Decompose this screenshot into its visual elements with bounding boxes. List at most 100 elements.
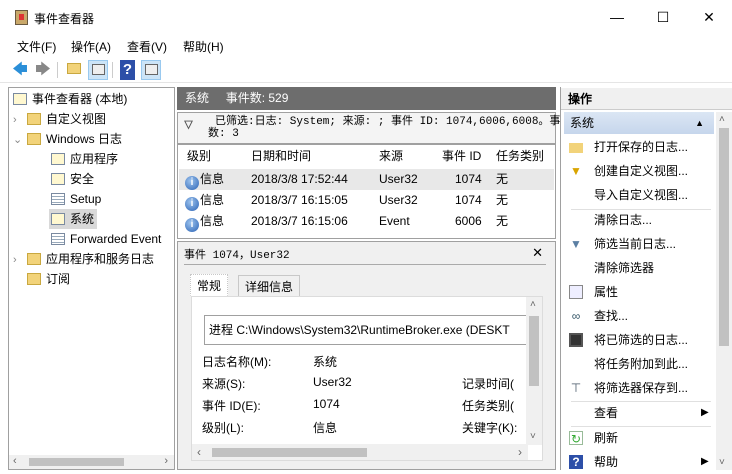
source: User32 xyxy=(379,193,418,207)
action-clear-log[interactable]: 清除日志... xyxy=(565,208,715,232)
action-attach-task[interactable]: 将任务附加到此... xyxy=(565,352,715,376)
tree-item-custom-views[interactable]: › 自定义视图 xyxy=(13,109,106,129)
action-properties[interactable]: 属性 xyxy=(565,280,715,304)
action-view[interactable]: 查看 ▶ xyxy=(565,401,715,425)
actions-section-system[interactable]: 系统 ▲ xyxy=(564,112,714,134)
chevron-down-icon[interactable]: ⌄ xyxy=(13,130,27,150)
table-row[interactable]: i 信息 2018/3/8 17:52:44 User32 1074 无 xyxy=(179,169,554,190)
source: User32 xyxy=(379,172,418,186)
column-header-task-category[interactable]: 任务类别 xyxy=(496,146,544,167)
field-value: 1074 xyxy=(313,397,340,411)
filter-count: 数: 3 xyxy=(208,128,239,140)
column-header-event-id[interactable]: 事件 ID xyxy=(442,146,481,167)
log-icon xyxy=(51,153,65,165)
detail-close-button[interactable]: ✕ xyxy=(532,245,543,261)
properties-icon xyxy=(569,285,583,299)
chevron-right-icon[interactable]: › xyxy=(13,110,27,130)
table-row[interactable]: i 信息 2018/3/7 16:15:06 Event 6006 无 xyxy=(179,211,554,232)
action-import-custom-view[interactable]: 导入自定义视图... xyxy=(565,183,715,207)
action-create-custom-view[interactable]: ▼ 创建自定义视图... xyxy=(565,159,715,183)
menu-help[interactable]: 帮助(H) xyxy=(183,38,224,55)
info-icon: i xyxy=(185,176,199,190)
tree-item-forwarded-events[interactable]: Forwarded Event xyxy=(51,229,161,249)
tree-item-application[interactable]: 应用程序 xyxy=(51,149,118,169)
datetime: 2018/3/7 16:15:05 xyxy=(251,193,348,207)
open-folder-icon xyxy=(569,143,583,153)
event-description[interactable]: 进程 C:\Windows\System32\RuntimeBroker.exe… xyxy=(204,315,528,345)
tree-label: Windows 日志 xyxy=(46,132,123,146)
action-find[interactable]: ∞ 查找... xyxy=(565,304,715,328)
field-value: User32 xyxy=(313,375,352,389)
action-clear-filter[interactable]: 清除筛选器 xyxy=(565,256,715,280)
show-hide-action-pane-icon[interactable] xyxy=(141,60,161,80)
horizontal-scrollbar[interactable]: ‹ › xyxy=(192,444,528,460)
tree-item-app-service-logs[interactable]: › 应用程序和服务日志 xyxy=(13,249,154,269)
column-header-datetime[interactable]: 日期和时间 xyxy=(251,146,311,167)
action-label: 打开保存的日志... xyxy=(594,140,689,154)
show-hide-tree-icon[interactable] xyxy=(88,60,108,80)
action-filter-current-log[interactable]: ▼ 筛选当前日志... xyxy=(565,232,715,256)
chevron-right-icon[interactable]: › xyxy=(13,250,27,270)
save-icon xyxy=(569,333,583,347)
back-icon[interactable]: 🡄 xyxy=(10,60,30,80)
horizontal-scrollbar[interactable]: ‹ › xyxy=(9,455,174,469)
tab-details[interactable]: 详细信息 xyxy=(238,275,301,297)
tree-label: 订阅 xyxy=(46,272,71,286)
open-folder-icon[interactable] xyxy=(64,60,84,80)
tree-item-setup[interactable]: Setup xyxy=(51,189,101,209)
action-label: 将任务附加到此... xyxy=(594,357,689,371)
datetime: 2018/3/7 16:15:06 xyxy=(251,214,348,228)
menu-view[interactable]: 查看(V) xyxy=(127,38,167,55)
action-label: 清除筛选器 xyxy=(594,261,655,275)
task-category: 无 xyxy=(496,214,509,228)
tree-item-security[interactable]: 安全 xyxy=(51,169,94,189)
vertical-scrollbar[interactable]: ˄ ˅ xyxy=(526,297,542,445)
filter-text: 已筛选:日志: System; 来源: ; 事件 ID: 1074,6006,6… xyxy=(215,116,561,128)
action-save-filtered-log[interactable]: 将已筛选的日志... xyxy=(565,328,715,352)
field-label: 级别(L): xyxy=(202,421,245,435)
menu-file[interactable]: 文件(F) xyxy=(17,38,56,55)
action-label: 属性 xyxy=(594,285,619,299)
help-icon[interactable]: ? xyxy=(120,60,135,80)
tree-item-subscriptions[interactable]: 订阅 xyxy=(27,269,70,289)
collapse-icon[interactable]: ▲ xyxy=(695,112,704,134)
event-id: 6006 xyxy=(455,214,482,228)
log-icon xyxy=(51,173,65,185)
log-header: 系统 事件数: 529 xyxy=(177,87,556,110)
action-help[interactable]: ? 帮助 ▶ xyxy=(565,450,715,474)
window-title: 事件查看器 xyxy=(34,12,95,26)
tree-item-windows-logs[interactable]: ⌄ Windows 日志 xyxy=(13,129,122,149)
folder-icon xyxy=(27,273,41,285)
maximize-button[interactable]: ☐ xyxy=(640,0,686,35)
folder-icon xyxy=(27,133,41,145)
menu-action[interactable]: 操作(A) xyxy=(71,38,111,55)
tree-item-system[interactable]: 系统 xyxy=(49,209,98,229)
section-label: 系统 xyxy=(570,116,595,130)
tree-root[interactable]: 事件查看器 (本地) xyxy=(13,89,127,109)
level: 信息 xyxy=(200,172,225,186)
general-content: 进程 C:\Windows\System32\RuntimeBroker.exe… xyxy=(191,296,543,461)
field-label: 关键字(K): xyxy=(462,421,518,435)
tab-general[interactable]: 常规 xyxy=(190,274,229,296)
event-detail-pane: 事件 1074，User32 ✕ 常规 详细信息 进程 C:\Windows\S… xyxy=(177,241,556,470)
tree-label: 安全 xyxy=(70,172,95,186)
forward-icon[interactable]: 🡆 xyxy=(33,60,53,80)
field-label: 记录时间( xyxy=(462,377,514,391)
close-button[interactable]: ✕ xyxy=(686,0,732,35)
field-label: 日志名称(M): xyxy=(202,355,272,369)
level: 信息 xyxy=(200,214,225,228)
tree-label: 自定义视图 xyxy=(46,112,107,126)
action-label: 筛选当前日志... xyxy=(594,237,677,251)
action-save-filter[interactable]: ⊤ 将筛选器保存到... xyxy=(565,376,715,400)
event-table: 级别 日期和时间 来源 事件 ID 任务类别 i 信息 2018/3/8 17:5… xyxy=(177,144,556,239)
column-header-level[interactable]: 级别 xyxy=(187,146,211,167)
vertical-scrollbar[interactable]: ˄ ˅ xyxy=(716,112,732,470)
filter-icon: ▼ xyxy=(570,237,582,251)
action-open-saved-log[interactable]: 打开保存的日志... xyxy=(565,135,715,159)
table-row[interactable]: i 信息 2018/3/7 16:15:05 User32 1074 无 xyxy=(179,190,554,211)
navigation-tree: 事件查看器 (本地) › 自定义视图 ⌄ Windows 日志 应用程序 安全 Se… xyxy=(8,87,175,470)
action-refresh[interactable]: ↻ 刷新 xyxy=(565,426,715,450)
column-header-source[interactable]: 来源 xyxy=(379,146,403,167)
refresh-icon: ↻ xyxy=(569,431,583,446)
minimize-button[interactable]: — xyxy=(594,0,640,35)
